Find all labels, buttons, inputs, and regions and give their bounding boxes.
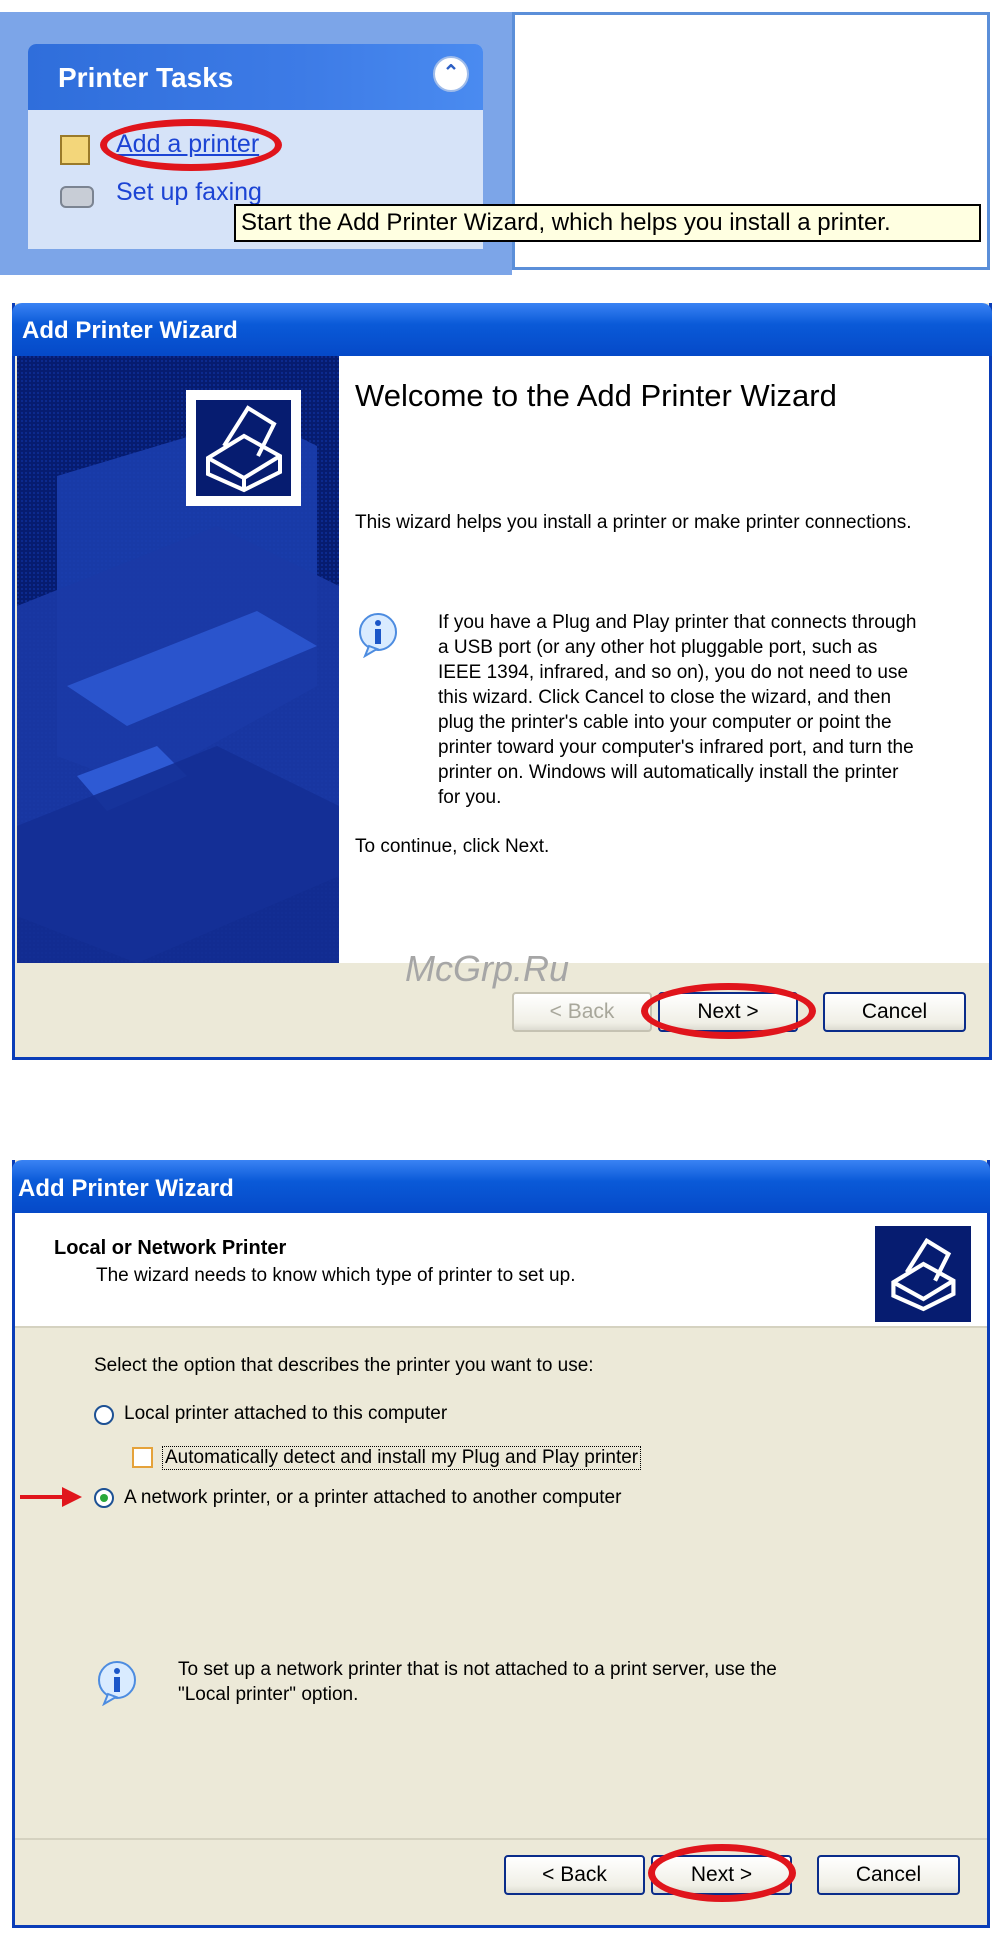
- back-button[interactable]: < Back: [504, 1855, 645, 1895]
- network-printer-radio-selected-dot: [100, 1494, 108, 1502]
- info-icon: [94, 1660, 140, 1707]
- setup-faxing-link[interactable]: Set up faxing: [116, 178, 262, 207]
- highlight-ring-add-printer: [100, 119, 282, 171]
- add-printer-tooltip: Start the Add Printer Wizard, which help…: [234, 204, 981, 242]
- autodetect-checkbox[interactable]: [132, 1447, 153, 1468]
- back-button[interactable]: < Back: [512, 992, 652, 1032]
- autodetect-label[interactable]: Automatically detect and install my Plug…: [162, 1446, 642, 1470]
- local-printer-radio[interactable]: [94, 1405, 114, 1425]
- cancel-button[interactable]: Cancel: [823, 992, 966, 1032]
- pointer-arrow-icon: [20, 1495, 64, 1499]
- wizard-continue-text: To continue, click Next.: [355, 836, 550, 857]
- add-printer-icon[interactable]: [60, 135, 90, 165]
- watermark: McGrp.Ru: [405, 948, 570, 989]
- printer-logo-icon: [186, 390, 301, 506]
- network-printer-info: To set up a network printer that is not …: [178, 1659, 777, 1705]
- page-header-subtitle: The wizard needs to know which type of p…: [96, 1265, 576, 1286]
- highlight-ring-next: [641, 983, 816, 1039]
- info-icon: [355, 612, 401, 659]
- local-printer-label[interactable]: Local printer attached to this computer: [124, 1403, 447, 1425]
- highlight-ring-next: [648, 1844, 796, 1902]
- button-separator: [15, 1838, 987, 1840]
- printer-logo-icon: [875, 1226, 971, 1322]
- pointer-arrowhead-icon: [62, 1487, 82, 1507]
- wizard-welcome-intro: This wizard helps you install a printer …: [355, 512, 912, 533]
- cancel-button[interactable]: Cancel: [817, 1855, 960, 1895]
- wizard-welcome-title: Add Printer Wizard: [22, 317, 238, 344]
- collapse-chevron-icon[interactable]: ⌃: [433, 56, 469, 92]
- wizard-welcome-info: If you have a Plug and Play printer that…: [438, 612, 917, 808]
- wizard-welcome-heading: Welcome to the Add Printer Wizard: [355, 378, 837, 413]
- network-printer-label[interactable]: A network printer, or a printer attached…: [124, 1487, 621, 1509]
- printer-tasks-title: Printer Tasks: [58, 62, 234, 93]
- page-header-title: Local or Network Printer: [54, 1237, 287, 1259]
- fax-icon[interactable]: [60, 186, 94, 208]
- wizard-printer-type-title: Add Printer Wizard: [18, 1175, 234, 1202]
- option-prompt: Select the option that describes the pri…: [94, 1355, 594, 1376]
